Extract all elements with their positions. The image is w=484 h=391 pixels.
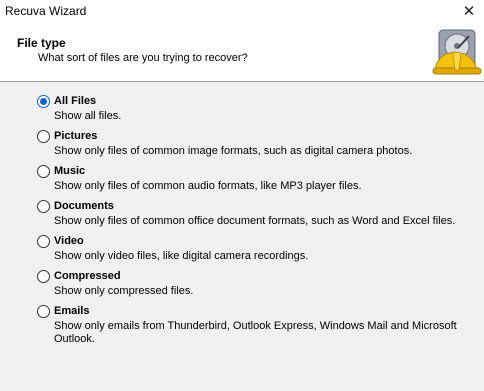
option-description: Show only files of common office documen… <box>54 215 456 227</box>
file-type-options: All Files Show all files. Pictures Show … <box>37 94 467 349</box>
option-pictures[interactable]: Pictures Show only files of common image… <box>37 129 467 164</box>
option-description: Show only files of common image formats,… <box>54 145 413 157</box>
option-label[interactable]: Pictures <box>54 130 97 142</box>
option-compressed[interactable]: Compressed Show only compressed files. <box>37 269 467 304</box>
radio-documents[interactable] <box>37 200 50 213</box>
title-bar: Recuva Wizard ✕ <box>0 0 484 22</box>
option-documents[interactable]: Documents Show only files of common offi… <box>37 199 467 234</box>
option-description: Show only video files, like digital came… <box>54 250 309 262</box>
option-label[interactable]: Video <box>54 235 84 247</box>
radio-compressed[interactable] <box>37 270 50 283</box>
option-description: Show all files. <box>54 110 122 122</box>
close-icon[interactable]: ✕ <box>454 0 484 22</box>
recuva-logo-icon <box>432 29 482 75</box>
wizard-header: File type What sort of files are you try… <box>0 22 484 82</box>
radio-video[interactable] <box>37 235 50 248</box>
option-label[interactable]: All Files <box>54 95 96 107</box>
option-description: Show only files of common audio formats,… <box>54 180 362 192</box>
option-music[interactable]: Music Show only files of common audio fo… <box>37 164 467 199</box>
radio-pictures[interactable] <box>37 130 50 143</box>
option-all-files[interactable]: All Files Show all files. <box>37 94 467 129</box>
window-title: Recuva Wizard <box>5 4 87 18</box>
option-label[interactable]: Documents <box>54 200 114 212</box>
radio-all-files[interactable] <box>37 95 50 108</box>
option-label[interactable]: Compressed <box>54 270 121 282</box>
option-description: Show only emails from Thunderbird, Outlo… <box>54 320 457 345</box>
option-emails[interactable]: Emails Show only emails from Thunderbird… <box>37 304 467 349</box>
page-subtitle: What sort of files are you trying to rec… <box>38 52 248 64</box>
radio-emails[interactable] <box>37 305 50 318</box>
option-label[interactable]: Music <box>54 165 85 177</box>
radio-music[interactable] <box>37 165 50 178</box>
option-video[interactable]: Video Show only video files, like digita… <box>37 234 467 269</box>
page-title: File type <box>17 36 66 50</box>
option-description: Show only compressed files. <box>54 285 194 297</box>
option-label[interactable]: Emails <box>54 305 89 317</box>
